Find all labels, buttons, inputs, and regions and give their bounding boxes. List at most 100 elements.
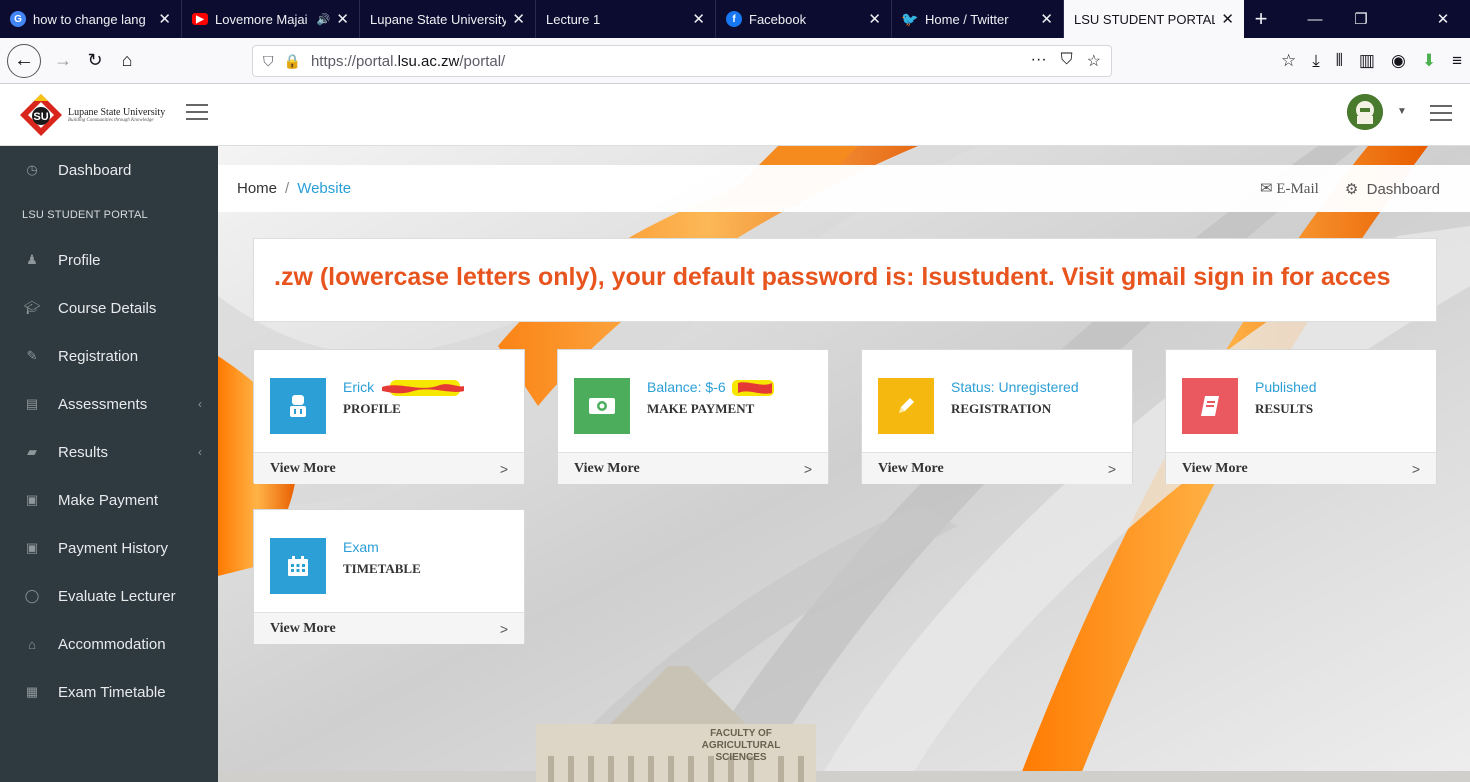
close-icon[interactable]: ✕ <box>868 10 881 28</box>
sidebar-item-make-payment[interactable]: ▣ Make Payment <box>0 476 218 524</box>
breadcrumb-home[interactable]: Home <box>237 180 277 197</box>
browser-toolbar: ← → ↻ ⌂ ⛉ 🔒 https://portal. lsu.ac.zw/por… <box>0 38 1470 84</box>
view-more-button[interactable]: View More > <box>254 612 524 644</box>
sidebar-item-label: Profile <box>58 251 101 269</box>
browser-tab[interactable]: 🐦 Home / Twitter ✕ <box>892 0 1064 38</box>
dashboard-icon: ◷ <box>26 162 38 177</box>
sidebar-item-exam-timetable[interactable]: ▦ Exam Timetable <box>0 668 218 716</box>
browser-tab[interactable]: Lecture 1 ✕ <box>536 0 716 38</box>
notice-text: .zw (lowercase letters only), your defau… <box>274 263 1391 291</box>
redaction-mark <box>382 380 465 397</box>
close-icon[interactable]: ✕ <box>692 10 705 28</box>
pocket-icon[interactable]: ⛉ <box>1061 51 1073 71</box>
restore-icon[interactable]: ❐ <box>1338 0 1384 38</box>
chevron-left-icon: ‹ <box>198 397 202 411</box>
back-arrow-icon[interactable]: ← <box>7 43 41 78</box>
sidebar-item-label: Payment History <box>58 539 169 557</box>
tab-title: LSU STUDENT PORTAL <box>1074 11 1216 27</box>
sidebar-icon[interactable]: ▥ <box>1359 51 1375 71</box>
download-icon[interactable]: ⤓ <box>1312 51 1320 71</box>
dashboard-link[interactable]: ⚙ Dashboard <box>1345 180 1440 198</box>
pencil-icon: ✎ <box>26 348 38 363</box>
more-actions-icon[interactable]: ··· <box>1031 51 1047 71</box>
logo-tagline: Building Communities through Knowledge <box>68 117 154 123</box>
window-close-icon[interactable]: ✕ <box>1420 0 1466 38</box>
extension-icon[interactable]: ⬇ <box>1422 51 1436 71</box>
close-icon[interactable]: ✕ <box>512 10 525 28</box>
facebook-icon: f <box>726 11 742 27</box>
portal-header: SU Lupane State University Building Comm… <box>0 84 1470 146</box>
pencil-icon <box>878 378 934 434</box>
sidebar-item-accommodation[interactable]: ⌂ Accommodation <box>0 620 218 668</box>
sidebar-item-results[interactable]: ▰ Results ‹ <box>0 428 218 476</box>
dashboard-icon: ⚙ <box>1344 180 1359 198</box>
money-icon <box>574 378 630 434</box>
view-more-button[interactable]: View More > <box>558 452 828 484</box>
view-more-button[interactable]: View More > <box>862 452 1132 484</box>
notice-marquee: .zw (lowercase letters only), your defau… <box>253 238 1437 322</box>
breadcrumb: Home / Website ✉ E-Mail ⚙ Dashboard <box>218 165 1470 212</box>
redaction-mark <box>731 380 774 397</box>
sidebar-toggle-icon[interactable] <box>186 104 208 122</box>
sidebar-item-dashboard[interactable]: ◷ Dashboard <box>0 146 218 194</box>
reload-icon[interactable]: ↻ <box>80 46 110 76</box>
comment-icon: ◯ <box>24 588 40 603</box>
book-icon <box>1182 378 1238 434</box>
breadcrumb-current[interactable]: Website <box>297 180 351 197</box>
twitter-icon: 🐦 <box>901 10 919 27</box>
forward-arrow-icon[interactable]: → <box>48 46 78 76</box>
chevron-right-icon: > <box>803 460 812 477</box>
sidebar-item-registration[interactable]: ✎ Registration <box>0 332 218 380</box>
browser-tab-active[interactable]: LSU STUDENT PORTAL ✕ <box>1064 0 1244 38</box>
youtube-icon: ▶ <box>192 13 208 25</box>
menu-icon[interactable]: ≡ <box>1452 51 1462 71</box>
university-logo[interactable]: SU Lupane State University Building Comm… <box>18 92 178 138</box>
view-more-button[interactable]: View More > <box>254 452 524 484</box>
home-icon[interactable]: ⌂ <box>112 46 142 76</box>
results-status: Published <box>1255 379 1317 395</box>
sidebar-heading: LSU STUDENT PORTAL <box>22 209 148 221</box>
sidebar-item-label: Dashboard <box>58 161 132 179</box>
email-link[interactable]: ✉ E-Mail <box>1260 179 1319 198</box>
bookmarks-icon[interactable]: ☆ <box>1281 51 1296 71</box>
avatar[interactable] <box>1347 94 1383 130</box>
minimize-icon[interactable]: — <box>1292 0 1338 38</box>
close-icon[interactable]: ✕ <box>1040 10 1053 28</box>
new-tab-icon[interactable]: + <box>1244 0 1278 38</box>
url-bar[interactable]: ⛉ 🔒 https://portal. lsu.ac.zw/portal/ ···… <box>252 45 1112 77</box>
view-more-label: View More <box>270 620 336 636</box>
audio-icon[interactable]: 🔊 <box>317 13 331 26</box>
lock-icon[interactable]: 🔒 <box>284 53 301 70</box>
svg-text:SU: SU <box>33 111 48 123</box>
sidebar-item-profile[interactable]: ♟ Profile <box>0 236 218 284</box>
shield-icon[interactable]: ⛉ <box>263 53 274 70</box>
sidebar: ◷ Dashboard LSU STUDENT PORTAL ♟ Profile… <box>0 146 218 782</box>
dashboard-label: Dashboard <box>1366 180 1440 198</box>
sidebar-item-label: Make Payment <box>58 491 159 509</box>
sidebar-item-label: Registration <box>58 347 139 365</box>
browser-tab[interactable]: G how to change lang ✕ <box>0 0 182 38</box>
sidebar-item-label: Accommodation <box>58 635 166 653</box>
account-icon[interactable]: ◉ <box>1391 51 1406 71</box>
tab-title: Lupane State University <box>370 11 507 27</box>
menu-icon[interactable] <box>1430 105 1452 123</box>
library-icon[interactable]: ⫴ <box>1336 51 1343 71</box>
close-icon[interactable]: ✕ <box>1221 10 1234 28</box>
tab-title: Home / Twitter <box>925 11 1009 27</box>
close-icon[interactable]: ✕ <box>158 10 171 28</box>
browser-tab[interactable]: ▶ Lovemore Majai 🔊 ✕ <box>182 0 360 38</box>
browser-tab[interactable]: f Facebook ✕ <box>716 0 892 38</box>
payment-card: Balance: $-6 MAKE PAYMENT View More > <box>557 349 829 484</box>
url-prefix: https://portal. <box>310 52 398 70</box>
close-icon[interactable]: ✕ <box>336 10 349 28</box>
sidebar-item-evaluate-lecturer[interactable]: ◯ Evaluate Lecturer <box>0 572 218 620</box>
browser-tab[interactable]: Lupane State University ✕ <box>360 0 536 38</box>
bookmark-star-icon[interactable]: ☆ <box>1087 51 1101 71</box>
chevron-right-icon: > <box>1107 460 1116 477</box>
sidebar-item-label: Assessments <box>58 395 148 413</box>
sidebar-item-assessments[interactable]: ▤ Assessments ‹ <box>0 380 218 428</box>
caret-down-icon[interactable]: ▼ <box>1397 106 1407 117</box>
view-more-button[interactable]: View More > <box>1166 452 1436 484</box>
sidebar-item-payment-history[interactable]: ▣ Payment History <box>0 524 218 572</box>
sidebar-item-course-details[interactable]: 🎓︎ Course Details <box>0 284 218 332</box>
